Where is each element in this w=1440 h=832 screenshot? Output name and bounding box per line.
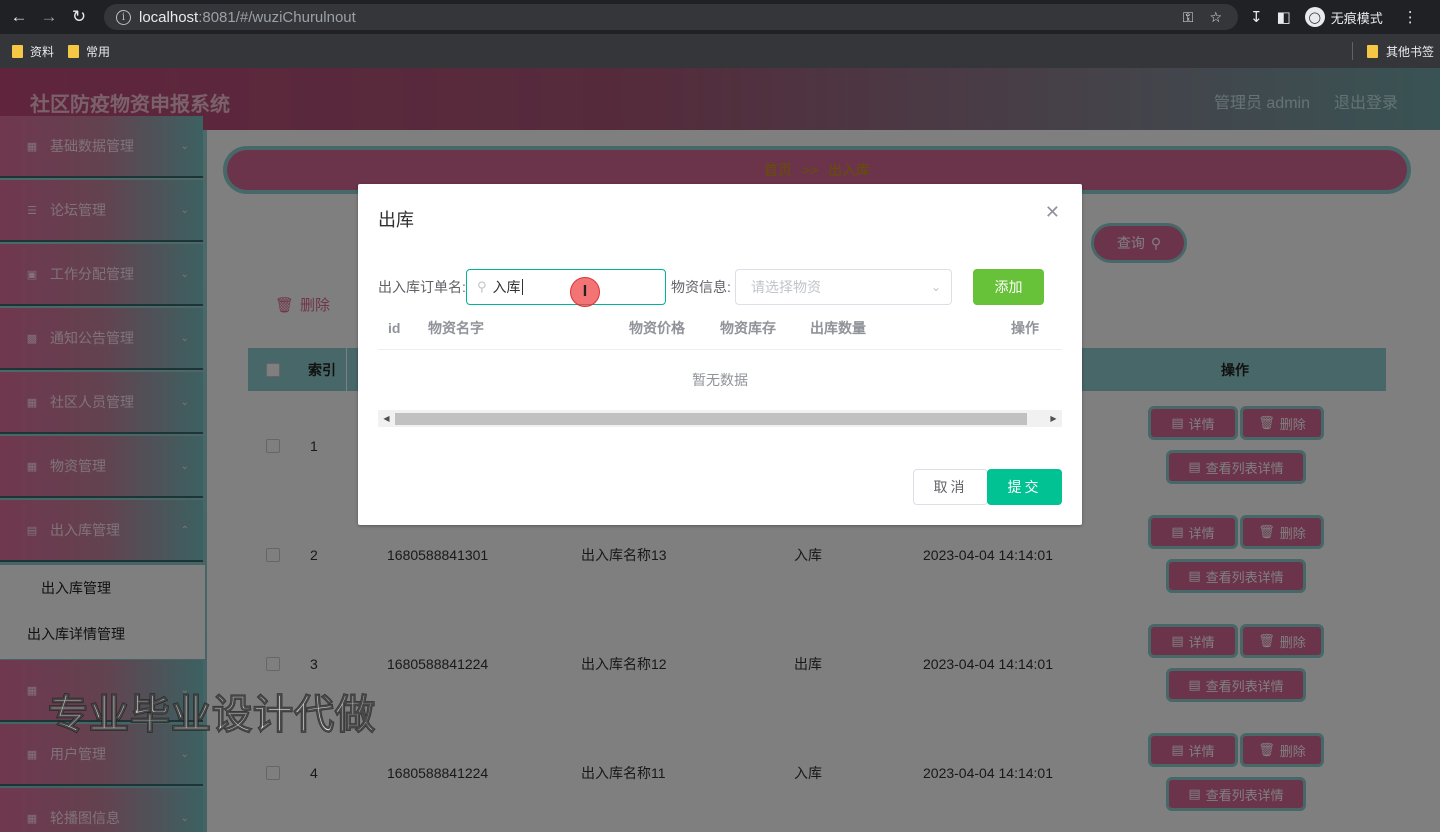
scrollbar-thumb[interactable]: [395, 413, 1027, 425]
download-icon[interactable]: ↧: [1250, 8, 1263, 26]
sidepanel-icon[interactable]: ◧: [1277, 8, 1291, 26]
reload-icon[interactable]: ↻: [64, 2, 94, 32]
incognito-label: 无痕模式: [1330, 10, 1383, 26]
incognito-indicator[interactable]: ◯ 无痕模式: [1304, 7, 1383, 27]
site-info-icon[interactable]: i: [116, 9, 131, 25]
order-name-label: 出入库订单名:: [378, 279, 466, 295]
folder-icon: [1366, 44, 1378, 58]
incognito-icon: ◯: [1304, 7, 1325, 27]
chevron-down-icon: ⌄: [930, 280, 941, 294]
other-bookmarks[interactable]: 其他书签: [1386, 43, 1434, 60]
material-placeholder: 请选择物资: [751, 279, 821, 295]
key-icon[interactable]: ⚿: [1183, 9, 1194, 26]
folder-icon: [12, 44, 23, 58]
empty-text: 暂无数据: [692, 372, 748, 388]
address-bar[interactable]: i localhost:8081/#/wuziChurulnout ⚿ ☆: [104, 4, 1238, 30]
column-out-quantity: 出库数量: [810, 320, 866, 336]
material-select[interactable]: 请选择物资 ⌄: [735, 269, 952, 305]
column-id: id: [388, 320, 401, 336]
watermark-text: 专业毕业设计代做: [47, 692, 376, 737]
search-icon: ⚲: [477, 279, 487, 294]
order-name-value: 入库: [492, 279, 521, 295]
column-material-stock: 物资库存: [720, 320, 776, 336]
mouse-cursor-indicator: I: [570, 277, 600, 307]
scroll-left-icon[interactable]: ◀: [378, 410, 395, 427]
url-path: :8081/#/wuziChurulnout: [198, 8, 356, 26]
url-host: localhost: [139, 8, 199, 26]
text-caret: [521, 279, 523, 295]
column-material-name: 物资名字: [428, 320, 484, 336]
material-label: 物资信息:: [671, 279, 731, 295]
bookmark-label: 资料: [30, 44, 55, 59]
bookmark-label: 常用: [86, 44, 111, 59]
dialog-title: 出库: [378, 210, 414, 230]
browser-toolbar: ← → ↻ i localhost:8081/#/wuziChurulnout …: [0, 0, 1440, 34]
bookmarks-bar: 资料 常用 其他书签: [0, 34, 1440, 68]
column-material-price: 物资价格: [629, 320, 685, 336]
horizontal-scrollbar[interactable]: ◀ ▶: [378, 410, 1062, 427]
star-icon[interactable]: ☆: [1209, 9, 1222, 26]
menu-kebab-icon[interactable]: ⋮: [1403, 8, 1418, 26]
folder-icon: [68, 44, 80, 58]
outbound-dialog: 出库 ✕ 出入库订单名: ⚲ 入库 物资信息: 请选择物资 ⌄ 添加 id 物资…: [358, 184, 1082, 525]
order-name-input[interactable]: ⚲ 入库: [466, 269, 666, 305]
bookmark-folder[interactable]: 资料: [12, 43, 54, 60]
forward-icon[interactable]: →: [34, 2, 64, 32]
cancel-button[interactable]: 取消: [913, 469, 988, 505]
scroll-right-icon[interactable]: ▶: [1045, 410, 1062, 427]
close-icon[interactable]: ✕: [1045, 202, 1060, 223]
add-button[interactable]: 添加: [973, 269, 1044, 305]
bookmark-folder[interactable]: 常用: [68, 43, 110, 60]
column-operation: 操作: [1011, 320, 1039, 336]
bookmark-divider: [1351, 42, 1353, 60]
back-icon[interactable]: ←: [4, 2, 34, 32]
submit-button[interactable]: 提交: [987, 469, 1062, 505]
text-cursor-icon: I: [582, 283, 588, 300]
